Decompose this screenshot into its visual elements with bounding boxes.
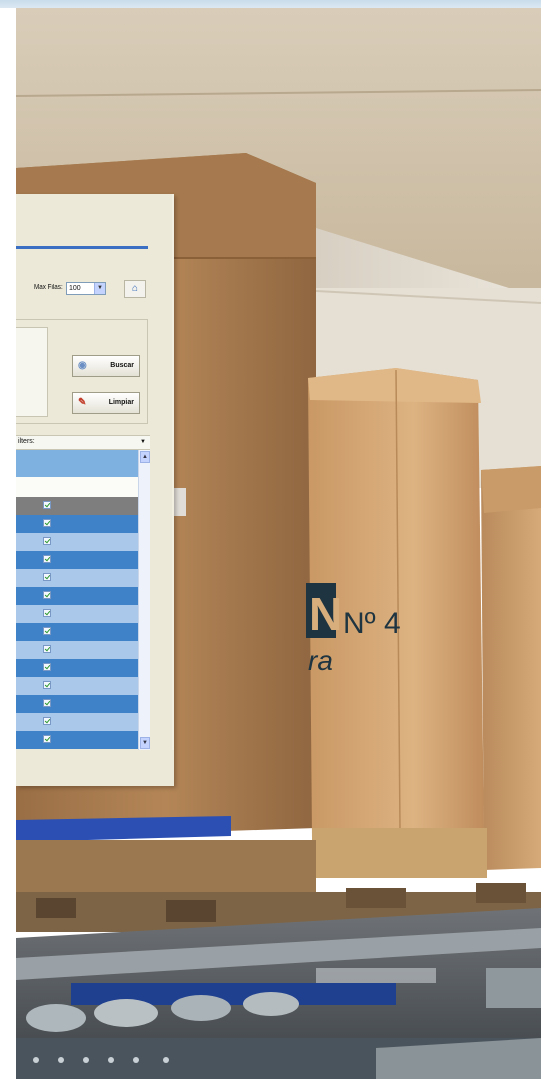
filters-dropdown[interactable]: ilters: ▼ [16, 435, 150, 450]
row-checkbox[interactable] [43, 555, 51, 563]
clear-button-label: Limpiar [108, 399, 134, 406]
search-button-label: Buscar [110, 362, 134, 369]
scroll-down-icon[interactable]: ▼ [140, 737, 150, 749]
filters-label: ilters: [18, 438, 35, 445]
table-row[interactable] [16, 497, 138, 515]
row-checkbox[interactable] [43, 591, 51, 599]
table-row[interactable] [16, 569, 138, 587]
top-banner-strip [0, 0, 541, 8]
row-checkbox[interactable] [43, 609, 51, 617]
row-checkbox[interactable] [43, 717, 51, 725]
pallet-base-left [16, 840, 316, 892]
row-checkbox[interactable] [43, 699, 51, 707]
row-checkbox[interactable] [43, 645, 51, 653]
box-marking-ra: ra [308, 645, 333, 676]
table-row[interactable] [16, 641, 138, 659]
row-checkbox[interactable] [43, 519, 51, 527]
table-row[interactable] [16, 695, 138, 713]
table-row[interactable] [16, 677, 138, 695]
max-rows-value: 100 [69, 285, 81, 292]
search-icon: ◉ [78, 360, 87, 371]
row-checkbox[interactable] [43, 537, 51, 545]
warehouse-photo: N Nº 4 ra Max Filas: 100 ▼ ⌂ ◉ Buscar ✎ … [16, 8, 541, 1079]
grid-scrollbar[interactable]: ▲ ▼ [138, 450, 150, 750]
max-rows-select[interactable]: 100 ▼ [66, 282, 106, 295]
table-row[interactable] [16, 533, 138, 551]
chevron-down-icon: ▼ [140, 439, 146, 445]
home-up-icon: ⌂ [131, 283, 139, 294]
row-checkbox[interactable] [43, 573, 51, 581]
table-row[interactable] [16, 713, 138, 731]
filter-criteria-box[interactable] [16, 327, 48, 417]
row-checkbox[interactable] [43, 501, 51, 509]
clear-icon: ✎ [78, 397, 87, 408]
header-rule [16, 246, 148, 249]
results-grid [16, 450, 138, 750]
scroll-up-icon[interactable]: ▲ [140, 451, 150, 463]
table-row[interactable] [16, 605, 138, 623]
pallet-blue-band [16, 816, 231, 842]
table-row[interactable] [16, 731, 138, 749]
table-row[interactable] [16, 587, 138, 605]
grid-footer [16, 750, 174, 786]
chevron-down-icon: ▼ [94, 283, 105, 294]
grid-subheader [16, 477, 138, 497]
row-checkbox[interactable] [43, 735, 51, 743]
max-rows-label: Max Filas: [34, 284, 63, 291]
right-cardboard-box [481, 466, 541, 870]
pallet-base-middle [312, 828, 487, 878]
clear-button[interactable]: ✎ Limpiar [72, 392, 140, 414]
search-button[interactable]: ◉ Buscar [72, 355, 140, 377]
table-row[interactable] [16, 623, 138, 641]
scroll-top-button[interactable]: ⌂ [124, 280, 146, 298]
box-marking-no4: Nº 4 [343, 607, 401, 640]
left-margin [0, 8, 16, 1079]
table-row[interactable] [16, 551, 138, 569]
row-checkbox[interactable] [43, 681, 51, 689]
box-logo-letter: N [309, 588, 342, 640]
row-checkbox[interactable] [43, 627, 51, 635]
row-checkbox[interactable] [43, 663, 51, 671]
table-row[interactable] [16, 659, 138, 677]
table-row[interactable] [16, 515, 138, 533]
software-screenshot-inset: Max Filas: 100 ▼ ⌂ ◉ Buscar ✎ Limpiar il… [16, 194, 174, 786]
grid-header [16, 450, 138, 477]
